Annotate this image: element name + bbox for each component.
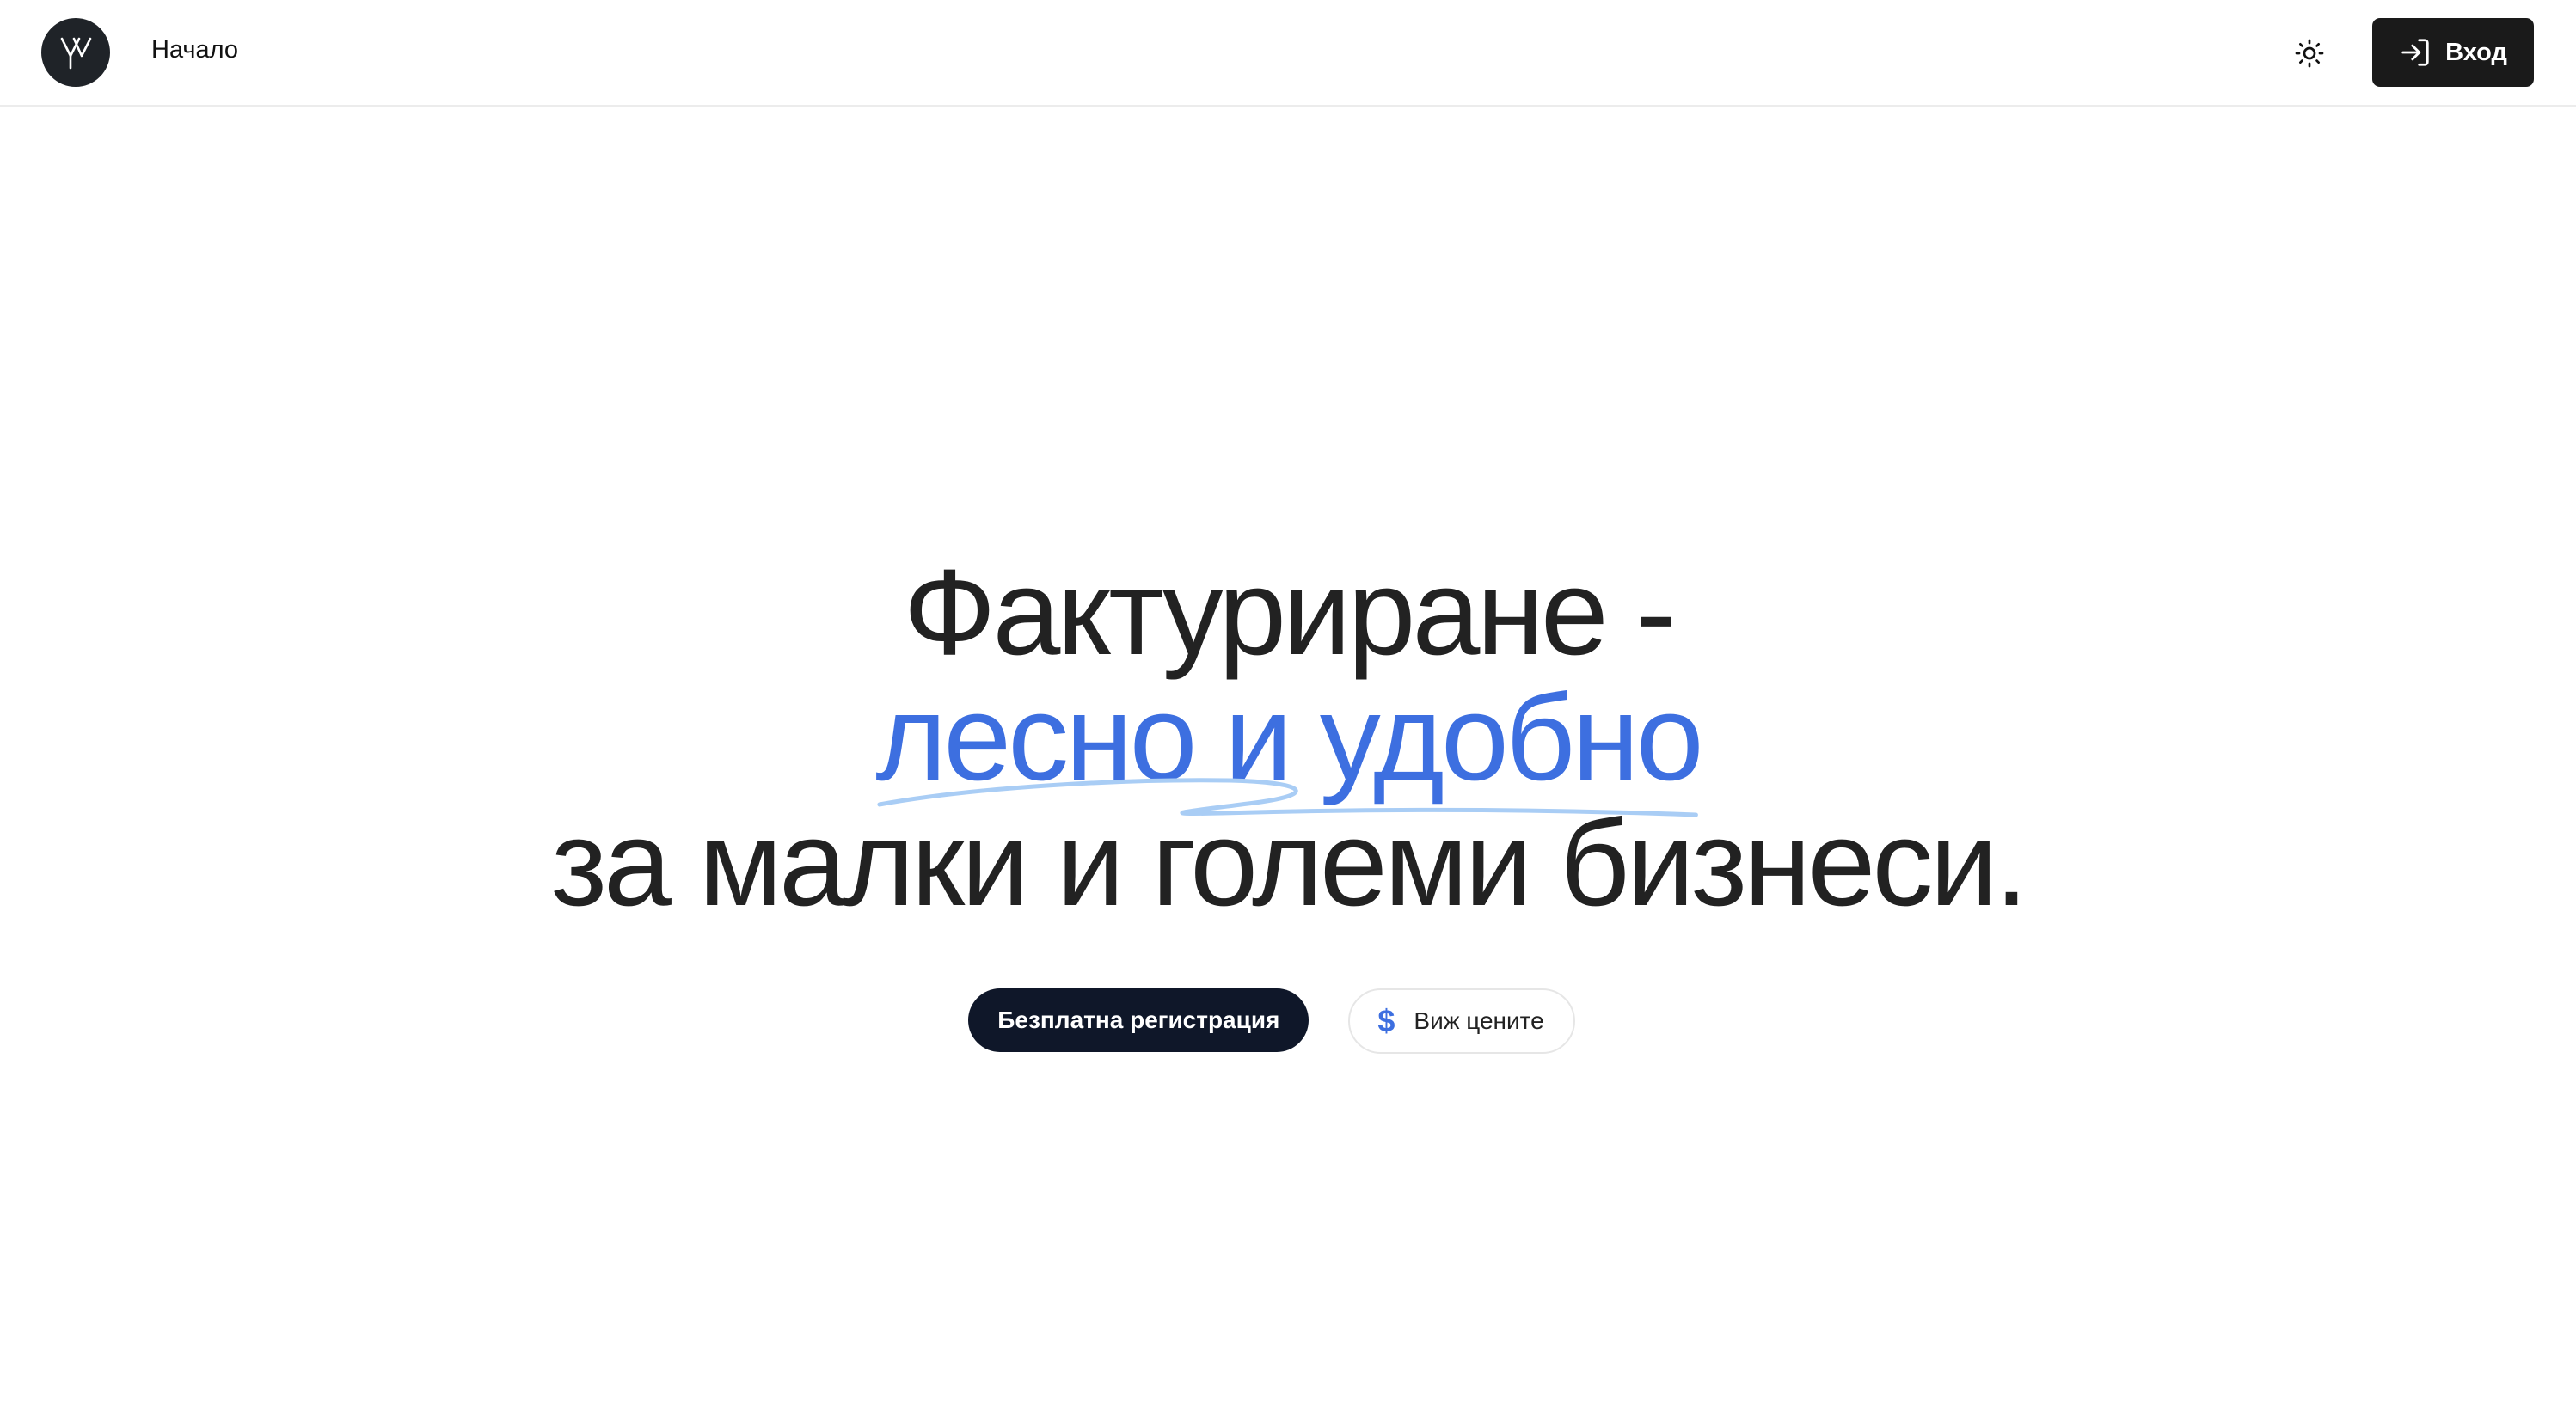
hero-section: Фактуриране - лесно и удобно за малки и … (0, 550, 2576, 927)
login-icon (2401, 39, 2429, 66)
hero-title-line-1: Фактуриране - (903, 544, 1676, 681)
theme-toggle-button[interactable] (2291, 34, 2328, 72)
top-header: Начало Вход (0, 0, 2576, 107)
login-label: Вход (2445, 38, 2507, 66)
sun-icon (2295, 39, 2324, 68)
nav-home-link[interactable]: Начало (151, 36, 238, 64)
hero-title-highlight: лесно и удобно (875, 676, 1704, 817)
hero-title-line-3: за малки и големи бизнеси. (550, 795, 2028, 932)
page: Начало Вход Фактуриране - лесно и удобно (0, 0, 2576, 1401)
hero-title-line-2: лесно и удобно (875, 670, 1703, 806)
login-button[interactable]: Вход (2372, 18, 2534, 87)
free-registration-button[interactable]: Безплатна регистрация (968, 988, 1309, 1052)
cta-row: Безплатна регистрация $ Виж цените (0, 988, 2576, 1054)
view-pricing-label: Виж цените (1414, 1007, 1544, 1034)
view-pricing-button[interactable]: $ Виж цените (1348, 988, 1575, 1054)
logo-icon[interactable] (41, 18, 110, 87)
dollar-icon: $ (1377, 1003, 1395, 1038)
